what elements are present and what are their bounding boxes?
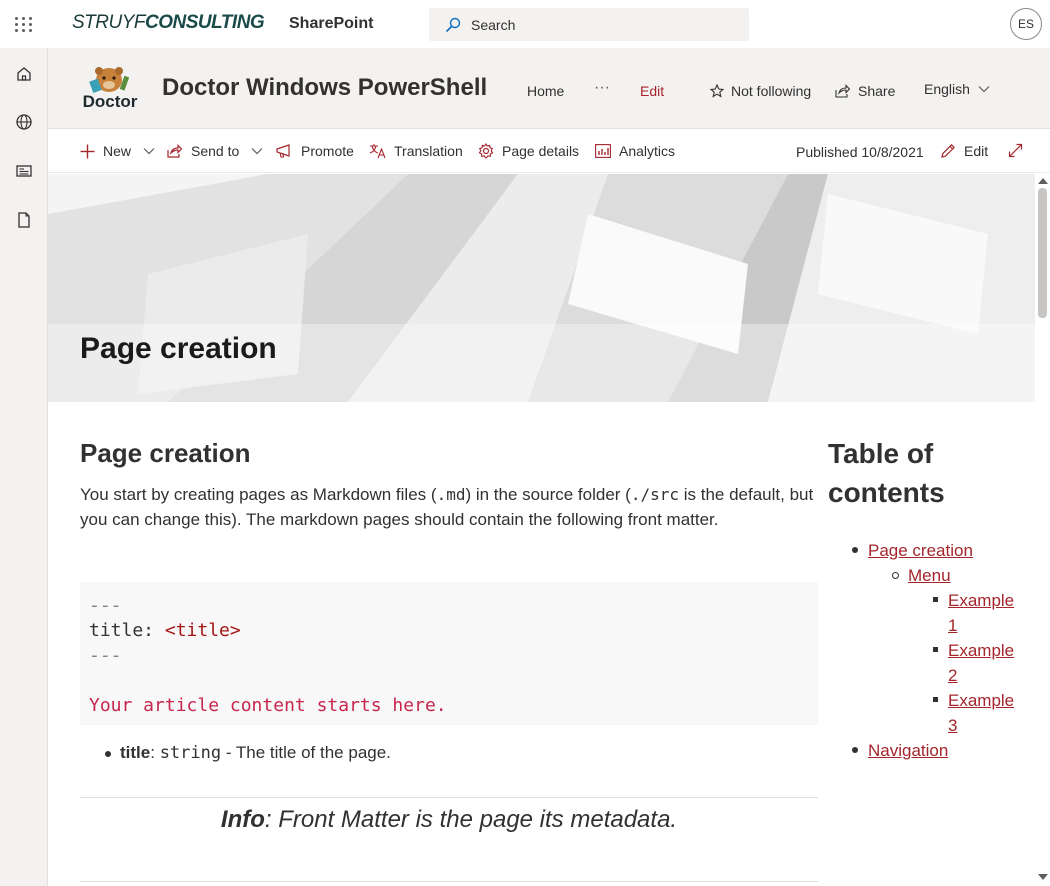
document-icon: [18, 212, 30, 228]
toc-link[interactable]: Example 1: [948, 591, 1014, 635]
published-status: Published 10/8/2021: [796, 144, 924, 160]
analytics-label: Analytics: [619, 143, 676, 159]
site-header: Doctor Doctor Windows PowerShell Home ··…: [48, 48, 1050, 129]
rail-home-button[interactable]: [0, 50, 48, 98]
front-matter-code-block: --- title: <title> --- Your article cont…: [80, 582, 818, 725]
edit-page-label: Edit: [964, 143, 989, 159]
news-icon: [16, 165, 32, 177]
search-icon: [445, 17, 461, 32]
scroll-up-arrow-icon[interactable]: [1038, 178, 1048, 184]
nav-link-home[interactable]: Home: [527, 83, 564, 99]
rail-files-button[interactable]: [0, 196, 48, 244]
promote-label: Promote: [301, 143, 354, 159]
toc-item-example-2: Example 2: [933, 638, 1023, 688]
toc-link[interactable]: Example 2: [948, 641, 1014, 685]
toc-link[interactable]: Page creation: [868, 541, 973, 560]
share-button[interactable]: Share: [835, 83, 895, 99]
new-button[interactable]: New: [80, 143, 155, 159]
inline-code-md: .md: [436, 485, 466, 504]
plus-icon: [80, 144, 95, 158]
star-icon: [710, 84, 724, 98]
front-matter-field-title: title: string - The title of the page.: [105, 743, 391, 763]
toc-item-example-1: Example 1: [933, 588, 1023, 638]
suite-bar: STRUYFCONSULTING SharePoint ES: [0, 0, 1050, 48]
chevron-down-icon: [978, 86, 990, 93]
share-label: Share: [858, 83, 896, 99]
share-icon: [835, 84, 850, 98]
article-intro: You start by creating pages as Markdown …: [80, 485, 814, 529]
left-rail: [0, 48, 48, 886]
home-icon: [17, 67, 31, 81]
chevron-down-icon: [251, 148, 263, 155]
megaphone-icon: [276, 144, 290, 158]
language-selector[interactable]: English: [924, 81, 990, 97]
hero-banner: Page creation: [48, 174, 1035, 402]
inline-code-src: ./src: [630, 485, 679, 504]
page-scrollbar[interactable]: [1035, 174, 1050, 886]
toc-link[interactable]: Example 3: [948, 691, 1014, 735]
site-logo-text: Doctor: [82, 92, 138, 111]
globe-icon: [16, 114, 32, 130]
translate-icon: [369, 144, 386, 159]
page-details-button[interactable]: Page details: [478, 143, 579, 159]
rail-news-button[interactable]: [0, 147, 48, 195]
nav-more-button[interactable]: ···: [594, 79, 610, 97]
chevron-down-icon: [143, 148, 155, 155]
translation-button[interactable]: Translation: [369, 143, 463, 159]
article-heading: Page creation: [80, 438, 251, 468]
toc-heading: Table of contents: [828, 438, 945, 508]
suite-app-name[interactable]: SharePoint: [289, 15, 373, 33]
send-to-button[interactable]: Send to: [167, 143, 263, 159]
avatar[interactable]: ES: [1010, 8, 1042, 40]
scroll-down-arrow-icon[interactable]: [1038, 874, 1048, 880]
follow-button[interactable]: Not following: [710, 83, 811, 99]
promote-button[interactable]: Promote: [276, 143, 354, 159]
site-title[interactable]: Doctor Windows PowerShell: [162, 74, 487, 102]
edit-page-button[interactable]: Edit: [940, 143, 988, 159]
send-to-label: Send to: [191, 143, 240, 159]
command-bar: New Send to Promote Translation Page det…: [48, 129, 1050, 173]
gear-icon: [478, 143, 494, 159]
new-label: New: [103, 143, 132, 159]
organization-logo[interactable]: STRUYFCONSULTING: [72, 12, 265, 36]
scroll-thumb[interactable]: [1038, 188, 1047, 318]
toc-item-page-creation: Page creation: [852, 538, 973, 563]
analytics-button[interactable]: Analytics: [595, 143, 675, 159]
rail-sites-button[interactable]: [0, 98, 48, 146]
divider: [80, 797, 818, 798]
expand-button[interactable]: [1008, 143, 1023, 158]
nav-edit-link[interactable]: Edit: [640, 83, 664, 99]
toc-item-menu: Menu: [892, 563, 951, 588]
share-icon: [167, 144, 183, 158]
search-box[interactable]: [429, 8, 749, 41]
page-details-label: Page details: [502, 143, 580, 159]
toc-link[interactable]: Menu: [908, 566, 951, 585]
follow-label: Not following: [731, 83, 812, 99]
toc-link[interactable]: Navigation: [868, 741, 948, 760]
expand-icon: [1008, 143, 1023, 158]
site-logo[interactable]: Doctor: [78, 62, 142, 114]
hero-title: Page creation: [80, 332, 277, 365]
hero-background-image: [48, 174, 1035, 402]
pencil-icon: [941, 144, 955, 158]
toc-item-navigation: Navigation: [851, 738, 948, 763]
translation-label: Translation: [394, 143, 463, 159]
analytics-icon: [595, 144, 611, 158]
language-label: English: [924, 81, 970, 97]
waffle-icon: [15, 16, 33, 32]
divider: [80, 881, 818, 882]
app-launcher-button[interactable]: [0, 0, 48, 48]
info-callout: Info: Front Matter is the page its metad…: [220, 806, 678, 833]
search-input[interactable]: [471, 16, 711, 33]
toc-item-example-3: Example 3: [933, 688, 1023, 738]
